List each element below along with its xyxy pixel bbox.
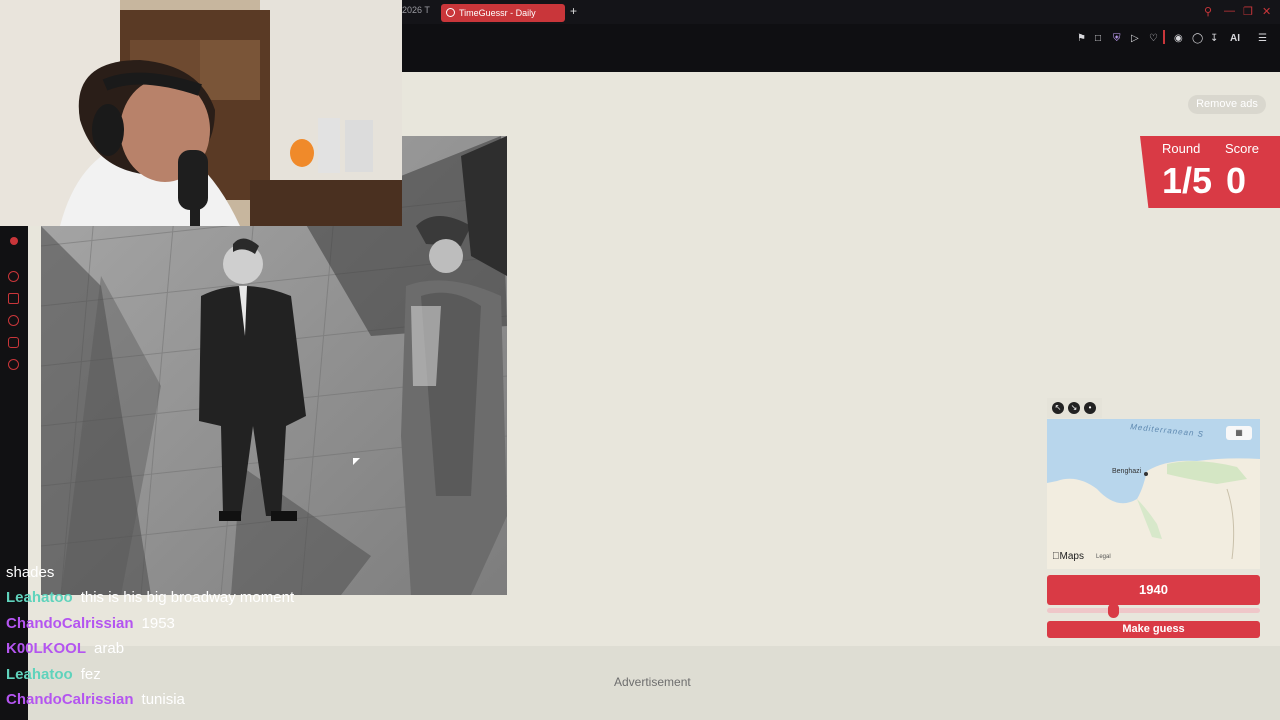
chat-icon[interactable] [8,337,19,348]
score-header: Score [1225,141,1259,156]
chat-username[interactable]: Leahatoo [6,589,73,606]
globe-icon [446,8,455,17]
chat-message: shades [6,564,54,581]
expand-icon[interactable]: ↖ [1052,402,1064,414]
mouse-cursor-icon [353,458,360,465]
map-icon[interactable]: ▦ [1226,426,1252,440]
round-header: Round [1162,141,1201,156]
year-display: 1940 [1047,575,1260,605]
tab-title: TimeGuessr - Daily [459,8,536,18]
score-value: 0 [1226,160,1247,201]
hamburger-icon[interactable]: ☰ [1258,33,1267,44]
settings-icon[interactable] [8,359,19,370]
ai-button[interactable]: AI [1230,33,1240,44]
shield-icon[interactable]: ⛨ [1113,33,1121,44]
advertisement-label: Advertisement [614,675,691,689]
pin-icon[interactable]: • [1084,402,1096,414]
pin-icon[interactable]: ⚑ [1077,33,1086,44]
chat-username[interactable]: ChandoCalrissian [6,691,134,708]
chat-text: tunisia [141,691,185,708]
extensions-icon[interactable]: ◉ [1174,33,1183,44]
map-legal-link[interactable]: Legal [1096,554,1111,560]
pin-icon[interactable] [8,293,19,304]
chat-message: Leahatoo fez [6,666,101,683]
webcam-illustration [0,0,402,226]
chat-text: this is his big broadway moment [80,589,295,606]
plus-icon[interactable]: + [570,4,577,18]
round-value: 1/5 [1162,160,1213,201]
make-guess-button[interactable]: Make guess [1047,621,1260,638]
tab-partial[interactable]: 2026 T [402,5,430,15]
history-icon[interactable] [8,315,19,326]
chat-text: 1953 [141,615,175,632]
tab-timeguessr[interactable]: TimeGuessr - Daily [441,4,565,22]
webcam-overlay [0,0,402,226]
heart-icon[interactable]: ♡ [1149,33,1158,44]
chat-message: ChandoCalrissian tunisia [6,691,185,708]
year-slider[interactable] [1047,608,1260,613]
shrink-icon[interactable]: ↘ [1068,402,1080,414]
maps-brand-text: Maps [1052,551,1084,562]
apple-maps-logo: Maps [1052,551,1084,562]
map-illustration [1047,419,1260,569]
notification-icon[interactable] [10,237,18,245]
remove-ads-button[interactable]: Remove ads [1188,95,1266,114]
toolbar-divider [1163,30,1165,44]
download-icon[interactable]: ↧ [1210,33,1218,44]
chat-username[interactable]: Leahatoo [6,666,73,683]
target-icon[interactable] [8,271,19,282]
screen: 2026 T TimeGuessr - Daily + ⚲ — ❐ ✕ ⚑ □ … [0,0,1280,720]
close-icon[interactable]: ✕ [1262,5,1271,18]
minimize-icon[interactable]: — [1224,5,1235,17]
year-slider-thumb[interactable] [1108,603,1120,618]
chat-text: shades [6,564,55,581]
chat-text: arab [94,640,125,657]
chat-username[interactable]: ChandoCalrissian [6,615,134,632]
chat-message: Leahatoo this is his big broadway moment [6,589,294,606]
guess-map[interactable] [1047,419,1260,569]
chat-message: ChandoCalrissian 1953 [6,615,175,632]
profile-icon[interactable]: ◯ [1192,33,1203,44]
search-icon[interactable]: ⚲ [1204,5,1212,18]
play-icon[interactable]: ▷ [1131,33,1139,44]
map-city-label: Benghazi [1112,468,1142,475]
chat-message: K00LKOOL arab [6,640,124,657]
chat-text: fez [80,666,101,683]
chat-username[interactable]: K00LKOOL [6,640,86,657]
restore-icon[interactable]: ❐ [1243,5,1253,18]
screenshot-icon[interactable]: □ [1095,33,1101,44]
